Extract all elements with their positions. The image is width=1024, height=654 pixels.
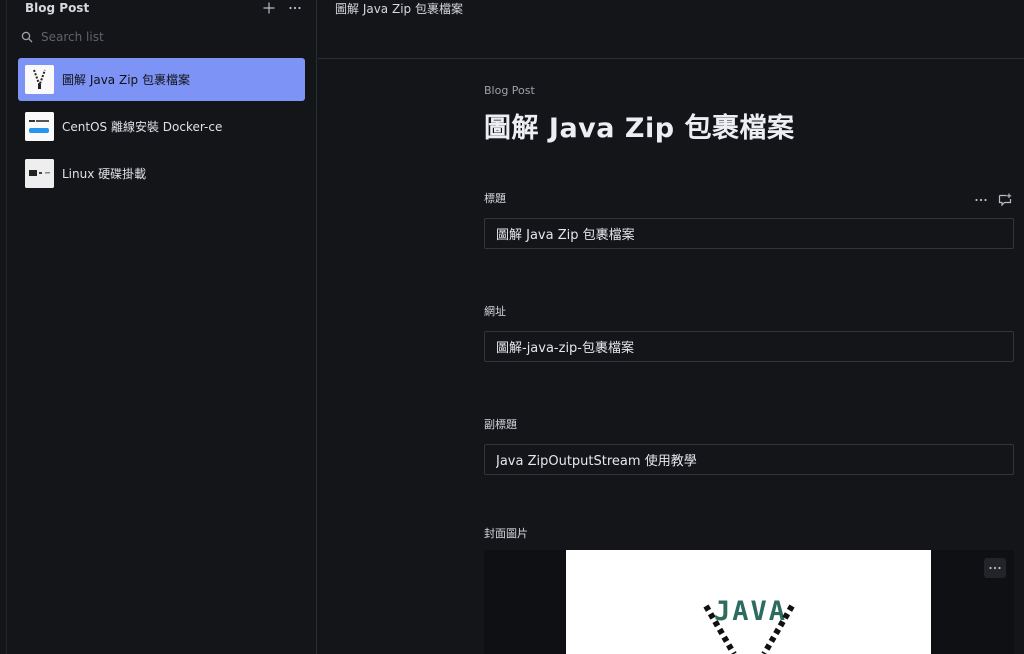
- slug-field[interactable]: [484, 331, 1014, 362]
- pane-header: Blog Post: [25, 0, 302, 16]
- editor-header-title: 圖解 Java Zip 包裹檔案: [335, 2, 463, 16]
- cover-image-preview: JAVA: [566, 550, 931, 654]
- zipper-graphic: [703, 604, 795, 654]
- subtitle-field[interactable]: [484, 444, 1014, 475]
- comment-add-icon[interactable]: [998, 193, 1012, 207]
- plus-icon[interactable]: [262, 1, 276, 15]
- left-edge-strip: [0, 0, 7, 654]
- search-bar: [21, 28, 301, 46]
- document-list: 圖解 Java Zip 包裹檔案 CentOS 離線安裝 Docker-ce L…: [18, 58, 305, 199]
- document-list-pane: Blog Post 圖解 Java Zip 包裹檔案 CentOS 離: [7, 0, 317, 654]
- title-field-label: 標題: [484, 192, 506, 205]
- editor-header: 圖解 Java Zip 包裹檔案: [318, 0, 1024, 59]
- image-menu-ellipsis-icon[interactable]: [984, 558, 1006, 578]
- pane-actions: [262, 1, 302, 15]
- list-item[interactable]: Linux 硬碟掛載: [18, 152, 305, 195]
- subtitle-field-label: 副標題: [484, 418, 517, 431]
- field-menu-ellipsis-icon[interactable]: [974, 193, 988, 207]
- list-item[interactable]: 圖解 Java Zip 包裹檔案: [18, 58, 305, 101]
- cover-image-label: 封面圖片: [484, 527, 528, 540]
- pane-title: Blog Post: [25, 1, 90, 15]
- document-heading: 圖解 Java Zip 包裹檔案: [484, 113, 795, 144]
- document-type-label: Blog Post: [484, 84, 535, 97]
- disk-thumbnail: [25, 159, 54, 188]
- list-item-label: 圖解 Java Zip 包裹檔案: [62, 73, 190, 87]
- list-item[interactable]: CentOS 離線安裝 Docker-ce: [18, 105, 305, 148]
- list-item-label: CentOS 離線安裝 Docker-ce: [62, 120, 223, 134]
- zip-thumbnail: [25, 65, 54, 94]
- document-header: Blog Post 圖解 Java Zip 包裹檔案: [484, 84, 1014, 145]
- title-field[interactable]: [484, 218, 1014, 249]
- ellipsis-icon[interactable]: [288, 1, 302, 15]
- cover-image-field[interactable]: JAVA: [484, 550, 1014, 654]
- document-editor: 圖解 Java Zip 包裹檔案 Blog Post 圖解 Java Zip 包…: [318, 0, 1024, 654]
- centos-docker-thumbnail: [25, 112, 54, 141]
- search-icon: [21, 28, 33, 47]
- slug-field-label: 網址: [484, 305, 506, 318]
- field-actions: [974, 193, 1012, 207]
- list-item-label: Linux 硬碟掛載: [62, 167, 147, 181]
- search-input[interactable]: [41, 30, 281, 44]
